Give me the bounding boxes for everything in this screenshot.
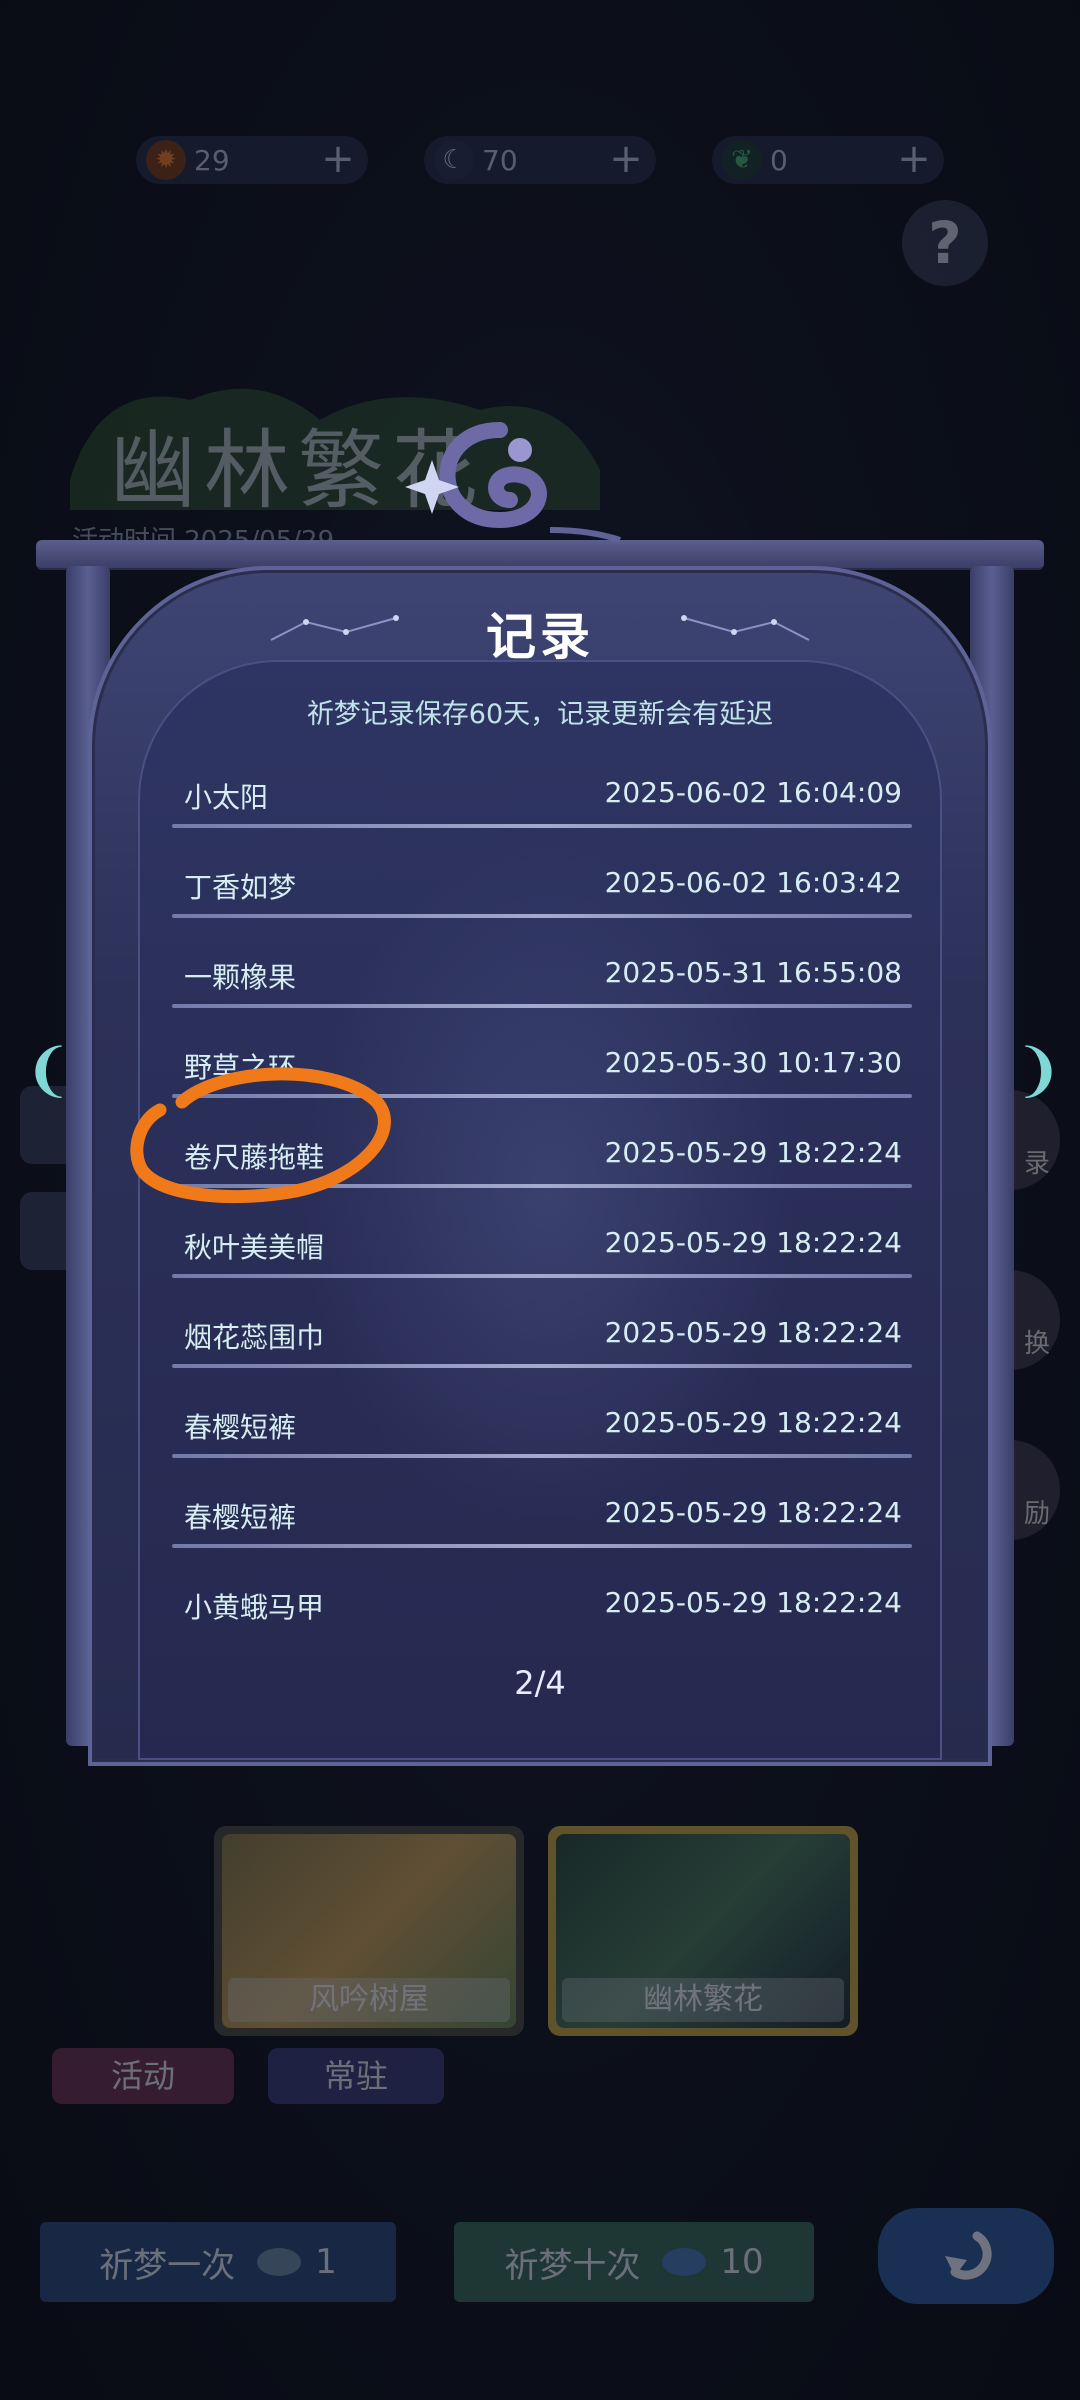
record-item-name: 丁香如梦 — [184, 871, 297, 904]
record-divider — [172, 914, 912, 918]
record-time: 2025-05-29 18:22:24 — [604, 1586, 902, 1619]
pray-ten-label: 祈梦十次 — [504, 2245, 641, 2286]
add-sun-button[interactable]: + — [318, 139, 358, 180]
record-item-name: 一颗橡果 — [184, 961, 297, 994]
record-divider — [172, 1004, 912, 1008]
tab-event[interactable]: 活动 — [52, 2048, 234, 2104]
dialog-subtitle: 祈梦记录保存60天，记录更新会有延迟 — [306, 699, 774, 730]
return-arrow-icon — [945, 2231, 992, 2280]
record-row: 秋叶美美帽 2025-05-29 18:22:24 — [172, 1208, 912, 1298]
help-icon[interactable]: ? — [902, 200, 988, 286]
record-divider — [172, 1274, 912, 1278]
sun-coin-icon: ✹ — [146, 140, 186, 180]
currency-leaf[interactable]: ❦ 0 + — [712, 136, 944, 184]
record-time: 2025-06-02 16:04:09 — [604, 776, 902, 809]
record-row: 小黄蛾马甲 2025-05-29 18:22:24 — [172, 1568, 912, 1658]
record-divider — [172, 1184, 912, 1188]
pray-ten-count: 10 — [720, 2242, 764, 2282]
pray-gem-icon — [257, 2248, 302, 2276]
record-time: 2025-05-29 18:22:24 — [604, 1316, 902, 1349]
record-item-name: 秋叶美美帽 — [184, 1231, 325, 1264]
record-divider — [172, 1454, 912, 1458]
record-time: 2025-05-29 18:22:24 — [604, 1496, 902, 1529]
record-dialog: 记录 祈梦记录保存60天，记录更新会有延迟 小太阳 2025-06-02 16:… — [36, 540, 1044, 1790]
prev-page-button[interactable]: ❨ — [24, 1038, 73, 1102]
record-row: 野草之环 2025-05-30 10:17:30 — [172, 1028, 912, 1118]
record-divider — [172, 824, 912, 828]
currency-moon[interactable]: ☾ 70 + — [424, 136, 656, 184]
record-row: 春樱短裤 2025-05-29 18:22:24 — [172, 1478, 912, 1568]
add-moon-button[interactable]: + — [606, 139, 646, 180]
record-time: 2025-05-29 18:22:24 — [604, 1226, 902, 1259]
record-time: 2025-05-31 16:55:08 — [604, 956, 902, 989]
back-button[interactable] — [878, 2208, 1054, 2304]
pool-label-forest: 幽林繁花 — [562, 1978, 844, 2022]
record-divider — [172, 1544, 912, 1548]
add-leaf-button[interactable]: + — [894, 139, 934, 180]
record-row: 丁香如梦 2025-06-02 16:03:42 — [172, 848, 912, 938]
dialog-title: 记录 — [486, 608, 594, 666]
record-item-name: 卷尺藤拖鞋 — [184, 1141, 325, 1174]
next-page-button[interactable]: ❩ — [1014, 1038, 1063, 1102]
record-item-name: 小太阳 — [184, 781, 269, 814]
record-row: 小太阳 2025-06-02 16:04:09 — [172, 758, 912, 848]
currency-leaf-value: 0 — [770, 143, 788, 177]
moon-icon: ☾ — [434, 140, 474, 180]
currency-sun[interactable]: ✹ 29 + — [136, 136, 368, 184]
record-row: 卷尺藤拖鞋 2025-05-29 18:22:24 — [172, 1118, 912, 1208]
record-item-name: 春樱短裤 — [184, 1411, 297, 1444]
currency-bar: ✹ 29 + ☾ 70 + ❦ 0 + — [0, 136, 1080, 184]
pray-once-label: 祈梦一次 — [99, 2245, 236, 2286]
pray-gem-icon-ten — [662, 2248, 707, 2276]
pool-card-windsong[interactable]: 风吟树屋 — [214, 1826, 524, 2036]
pool-label-windsong: 风吟树屋 — [228, 1978, 510, 2022]
record-row: 烟花蕊围巾 2025-05-29 18:22:24 — [172, 1298, 912, 1388]
pray-once-count: 1 — [315, 2242, 337, 2282]
pray-once-button[interactable]: 祈梦一次 1 — [40, 2222, 396, 2302]
record-item-name: 春樱短裤 — [184, 1501, 297, 1534]
record-time: 2025-06-02 16:03:42 — [604, 866, 902, 899]
record-item-name: 烟花蕊围巾 — [184, 1321, 325, 1354]
record-divider — [172, 1094, 912, 1098]
record-item-name: 野草之环 — [184, 1051, 297, 1084]
tab-permanent[interactable]: 常驻 — [268, 2048, 444, 2104]
record-list: 小太阳 2025-06-02 16:04:09 丁香如梦 2025-06-02 … — [172, 758, 912, 1658]
record-divider — [172, 1364, 912, 1368]
pool-cards: 风吟树屋 幽林繁花 — [214, 1826, 864, 2036]
currency-sun-value: 29 — [194, 143, 230, 177]
record-row: 春樱短裤 2025-05-29 18:22:24 — [172, 1388, 912, 1478]
dialog-crest-ornament — [405, 422, 621, 543]
pray-ten-button[interactable]: 祈梦十次 10 — [454, 2222, 814, 2302]
record-item-name: 小黄蛾马甲 — [184, 1591, 325, 1624]
leaf-gem-icon: ❦ — [722, 140, 762, 180]
page-indicator: 2/4 — [514, 1664, 566, 1702]
record-time: 2025-05-30 10:17:30 — [604, 1046, 902, 1079]
record-row: 一颗橡果 2025-05-31 16:55:08 — [172, 938, 912, 1028]
pool-card-forest[interactable]: 幽林繁花 — [548, 1826, 858, 2036]
record-time: 2025-05-29 18:22:24 — [604, 1136, 902, 1169]
record-time: 2025-05-29 18:22:24 — [604, 1406, 902, 1439]
currency-moon-value: 70 — [482, 143, 518, 177]
